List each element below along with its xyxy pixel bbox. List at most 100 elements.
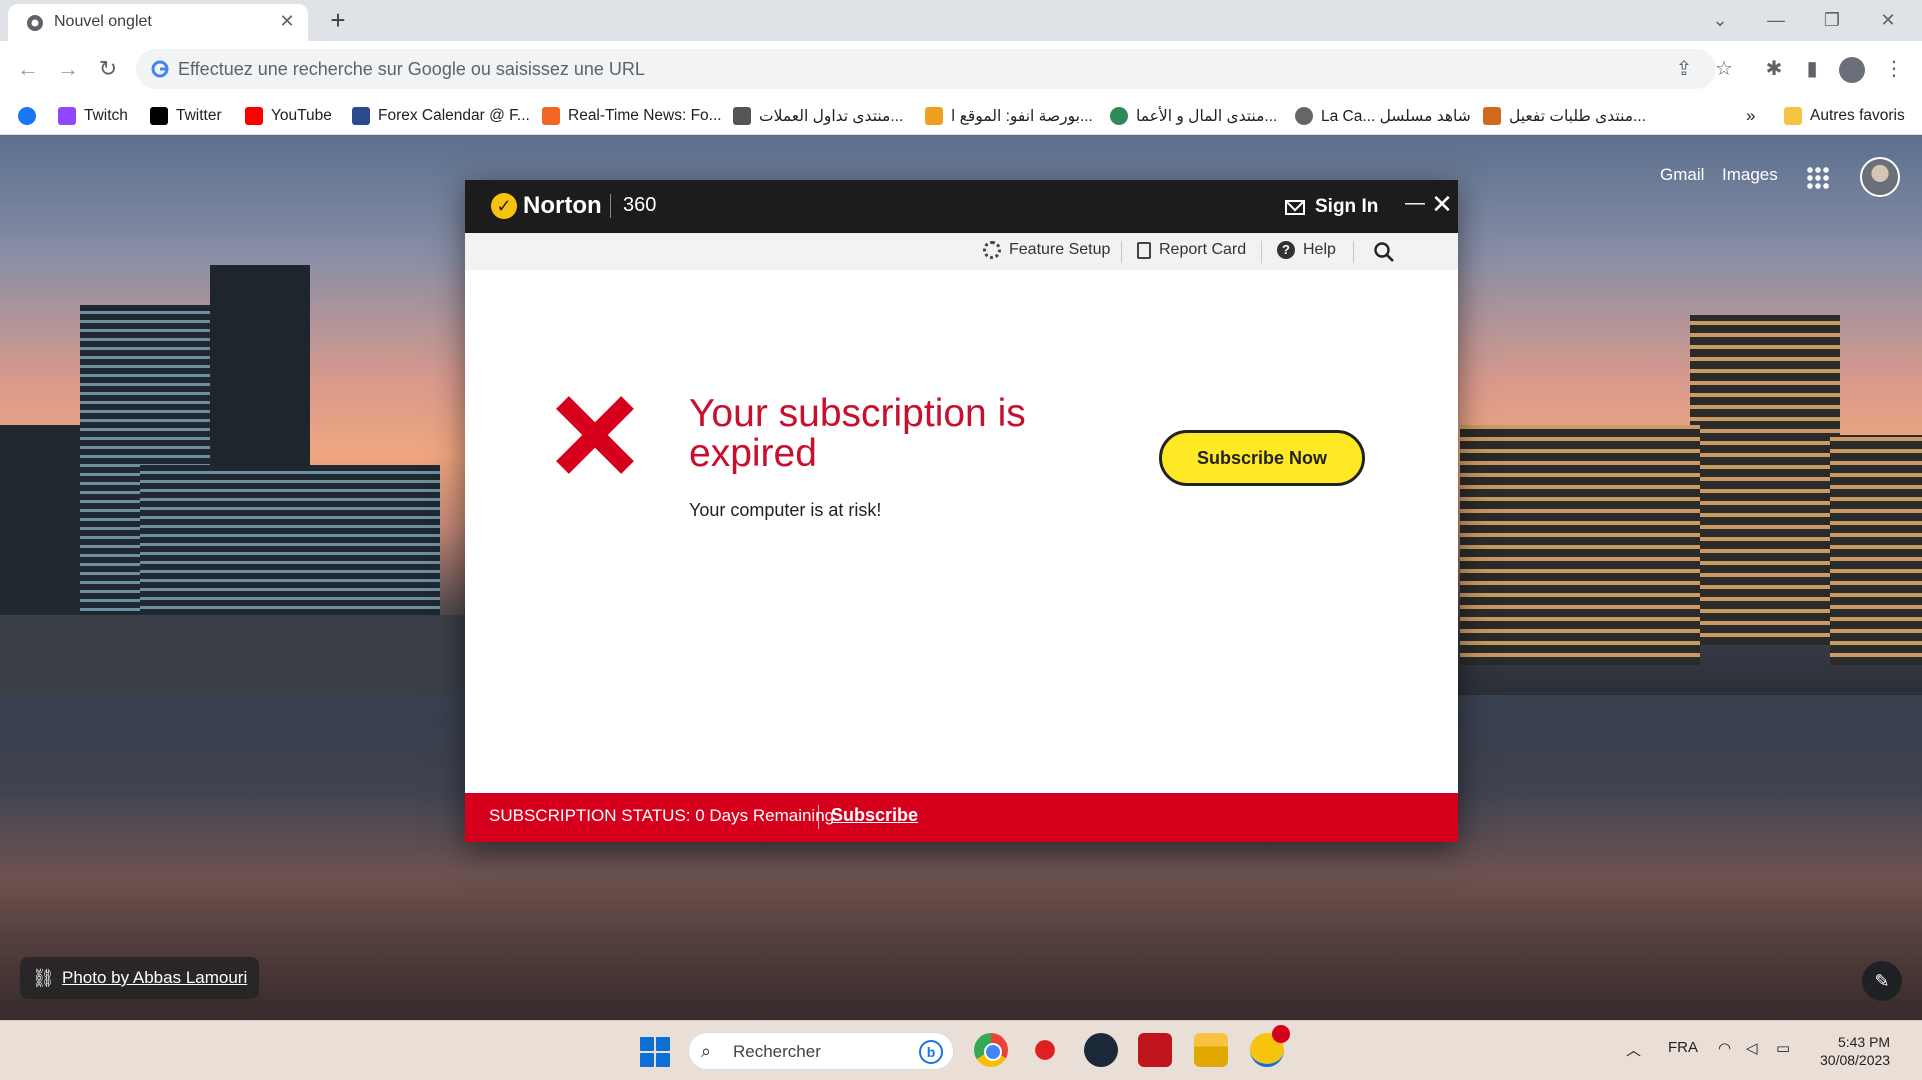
bookmark-realtime-news[interactable]: Real-Time News: Fo...	[542, 103, 722, 129]
tab-search-icon[interactable]: ⌄	[1700, 4, 1740, 36]
bookmark-finance-forum[interactable]: منتدى المال و الأعما...	[1110, 103, 1277, 129]
browser-tab[interactable]: Nouvel onglet ✕	[8, 4, 308, 41]
gmail-link[interactable]: Gmail	[1660, 165, 1704, 185]
report-card-menu[interactable]: Report Card	[1137, 241, 1246, 259]
forum-icon	[733, 107, 751, 125]
dailyfx-icon	[542, 107, 560, 125]
help-icon: ?	[1277, 241, 1295, 259]
search-icon[interactable]	[1373, 241, 1395, 263]
new-tab-button[interactable]: +	[324, 6, 352, 34]
norton-close-button[interactable]: ✕	[1431, 190, 1453, 218]
bookmark-label: بورصة انفو: الموقع ا...	[951, 107, 1093, 125]
clock-date: 30/08/2023	[1820, 1052, 1891, 1068]
bookmark-twitter[interactable]: Twitter	[150, 103, 222, 129]
customize-pencil-icon[interactable]: ✎	[1862, 961, 1902, 1001]
tab-close-icon[interactable]: ✕	[276, 10, 298, 32]
minimize-window-button[interactable]: —	[1756, 4, 1796, 36]
profile-avatar[interactable]	[1836, 53, 1868, 85]
bookmark-label: Forex Calendar @ F...	[378, 107, 530, 124]
gear-icon	[983, 241, 1001, 259]
norton-minimize-button[interactable]: —	[1405, 192, 1425, 216]
bookmark-label: منتدى تداول العملات...	[759, 107, 904, 125]
bing-icon[interactable]: b	[919, 1040, 943, 1064]
norton-checkmark-icon: ✓	[491, 193, 517, 219]
status-divider	[818, 805, 819, 829]
battery-icon[interactable]: ▭	[1776, 1039, 1790, 1057]
forward-button[interactable]: →	[52, 53, 84, 85]
report-card-icon	[1137, 241, 1151, 259]
bookmark-bourse-info[interactable]: بورصة انفو: الموقع ا...	[925, 103, 1093, 129]
bookmark-star-icon[interactable]: ☆	[1708, 53, 1740, 85]
google-apps-icon[interactable]	[1806, 166, 1830, 190]
wifi-icon[interactable]: ◠	[1718, 1039, 1731, 1057]
reload-button[interactable]: ↻	[92, 53, 124, 85]
file-explorer-taskbar-icon[interactable]	[1194, 1033, 1228, 1067]
help-menu[interactable]: ? Help	[1277, 241, 1336, 259]
bookmark-forex-forum[interactable]: منتدى تداول العملات...	[733, 103, 903, 129]
feature-setup-menu[interactable]: Feature Setup	[983, 241, 1110, 259]
bookmarks-overflow-button[interactable]: »	[1746, 103, 1755, 129]
language-indicator[interactable]: FRA	[1668, 1039, 1698, 1056]
chrome-menu-icon[interactable]: ⋮	[1878, 53, 1910, 85]
bookmark-label: منتدى طلبات تفعيل...	[1509, 107, 1646, 125]
tray-chevron-icon[interactable]: ︿	[1626, 1039, 1641, 1060]
title-divider	[610, 194, 611, 218]
back-button[interactable]: ←	[12, 53, 44, 85]
link-icon: ⛓	[32, 968, 55, 988]
skyline-building	[0, 425, 80, 645]
chrome-favicon-icon	[27, 15, 43, 31]
system-clock[interactable]: 5:43 PM 30/08/2023	[1820, 1033, 1890, 1069]
other-bookmarks-folder[interactable]: Autres favoris	[1784, 103, 1905, 129]
norton-logo: ✓ Norton	[491, 192, 602, 220]
taskbar-search-placeholder: Rechercher	[733, 1042, 821, 1061]
risk-message: Your computer is at risk!	[689, 500, 882, 520]
sign-in-button[interactable]: Sign In	[1285, 196, 1378, 218]
bookmark-forex-calendar[interactable]: Forex Calendar @ F...	[352, 103, 530, 129]
game-launcher-taskbar-icon[interactable]	[1138, 1033, 1172, 1067]
windows-taskbar: ⌕ Rechercher b ︿ FRA ◠ ◁ ▭ 5:43 PM 30/08…	[0, 1020, 1922, 1080]
x-icon	[150, 107, 168, 125]
images-link[interactable]: Images	[1722, 165, 1778, 185]
chrome-taskbar-icon[interactable]	[974, 1033, 1008, 1067]
share-icon[interactable]: ⇪	[1668, 53, 1700, 85]
bookmark-series[interactable]: La Ca... شاهد مسلسل	[1295, 103, 1471, 129]
mail-icon	[1285, 199, 1305, 215]
bourse-icon	[925, 107, 943, 125]
photo-credit-link[interactable]: ⛓ Photo by Abbas Lamouri	[20, 957, 260, 999]
skyline-building	[1460, 425, 1700, 665]
side-panel-icon[interactable]: ▮	[1796, 53, 1828, 85]
bookmark-facebook[interactable]	[18, 103, 36, 129]
menu-divider	[1121, 241, 1122, 263]
restore-window-button[interactable]: ❐	[1812, 4, 1852, 36]
windows-start-icon[interactable]	[640, 1037, 670, 1067]
subscribe-now-button[interactable]: Subscribe Now	[1159, 430, 1365, 486]
bookmark-activation-forum[interactable]: منتدى طلبات تفعيل...	[1483, 103, 1646, 129]
norton-menubar: Feature Setup Report Card ? Help	[465, 233, 1458, 270]
account-avatar[interactable]	[1860, 157, 1900, 197]
norton-brand: Norton	[523, 192, 602, 219]
bookmark-youtube[interactable]: YouTube	[245, 103, 332, 129]
help-label: Help	[1303, 241, 1336, 258]
bookmark-label: Real-Time News: Fo...	[568, 107, 722, 124]
subscribe-link[interactable]: Subscribe	[831, 805, 918, 826]
close-window-button[interactable]: ✕	[1868, 4, 1908, 36]
taskbar-search[interactable]: ⌕ Rechercher b	[688, 1032, 954, 1070]
bookmark-label: Twitter	[176, 107, 222, 124]
menu-divider	[1261, 241, 1262, 263]
address-bar[interactable]: Effectuez une recherche sur Google ou sa…	[136, 49, 1716, 89]
skyline-building	[140, 465, 440, 615]
red-app-taskbar-icon[interactable]	[1028, 1033, 1062, 1067]
expired-x-icon	[555, 395, 635, 475]
report-card-label: Report Card	[1159, 241, 1247, 258]
volume-icon[interactable]: ◁	[1746, 1039, 1758, 1057]
clock-time: 5:43 PM	[1837, 1034, 1891, 1050]
folder-icon	[1784, 107, 1802, 125]
bookmark-twitch[interactable]: Twitch	[58, 103, 128, 129]
steam-taskbar-icon[interactable]	[1084, 1033, 1118, 1067]
twitch-icon	[58, 107, 76, 125]
bookmark-label: YouTube	[271, 107, 332, 124]
finance-forum-icon	[1110, 107, 1128, 125]
extensions-icon[interactable]: ✱	[1758, 53, 1790, 85]
photo-credit-text: Photo by Abbas Lamouri	[62, 968, 248, 987]
youtube-icon	[245, 107, 263, 125]
